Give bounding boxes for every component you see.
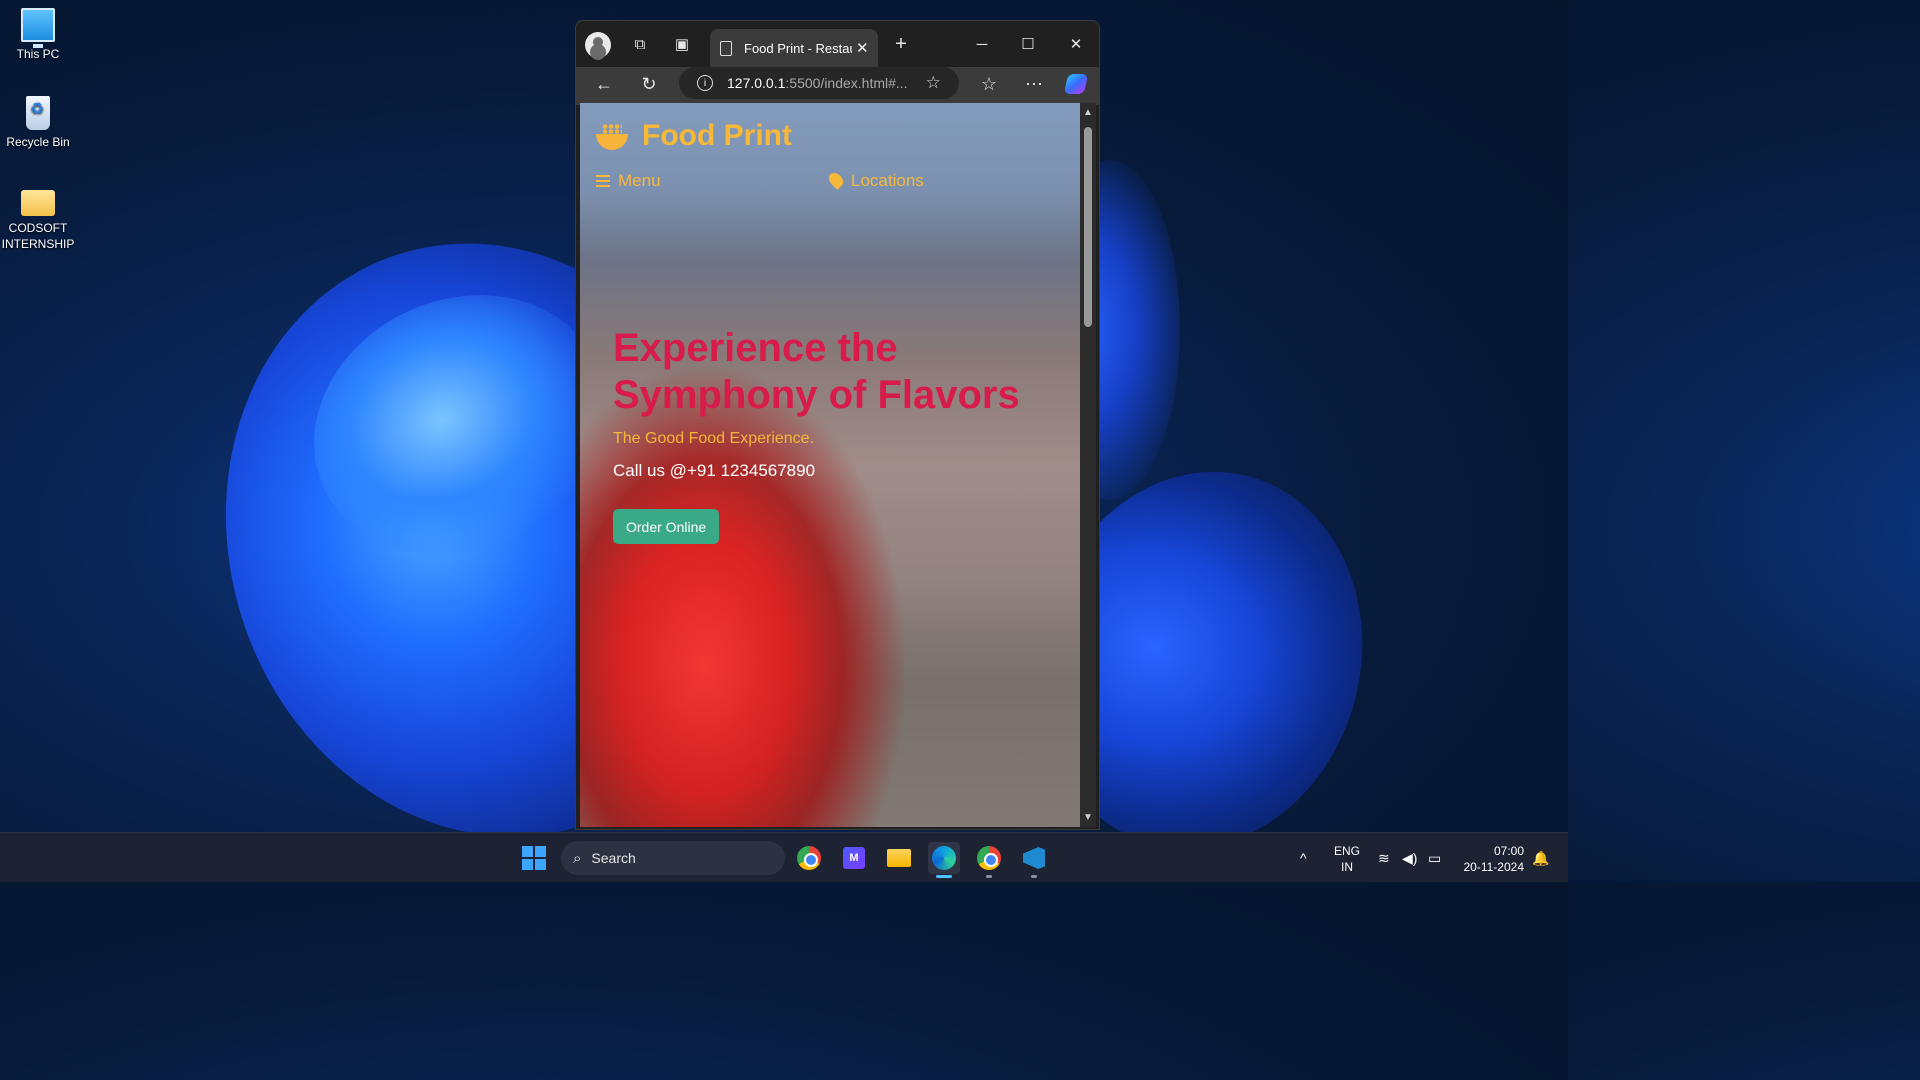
folder-icon	[21, 190, 55, 216]
site-logo[interactable]: Food Print	[596, 119, 792, 153]
edge-icon	[932, 846, 956, 870]
file-explorer-icon	[887, 849, 911, 867]
search-label: Search	[591, 850, 636, 866]
url-host: 127.0.0.1	[727, 75, 786, 91]
clock-time: 07:00	[1493, 844, 1524, 858]
battery-icon[interactable]: ▭	[1428, 833, 1441, 883]
clock-date: 20-11-2024	[1463, 860, 1525, 874]
desktop-icon-codsoft-folder[interactable]: CODSOFT INTERNSHIP	[0, 184, 76, 252]
page-icon	[720, 40, 732, 56]
address-bar[interactable]: i 127.0.0.1:5500/index.html#... ☆	[679, 67, 959, 99]
search-icon: ⌕	[573, 849, 582, 867]
scroll-thumb[interactable]	[1084, 127, 1092, 327]
browser-toolbar: ← ↻ i 127.0.0.1:5500/index.html#... ☆ ☆ …	[576, 67, 1099, 105]
hero-phone: Call us @+91 1234567890	[613, 461, 816, 480]
vscode-icon	[1023, 847, 1045, 869]
page-viewport: Food Print Menu Locations Experience the…	[580, 103, 1080, 827]
language-label: ENG	[1334, 844, 1361, 858]
chrome-profile-icon	[977, 846, 1001, 870]
scroll-up-icon[interactable]: ▲	[1083, 107, 1093, 118]
nav-menu-label: Menu	[618, 171, 661, 190]
copilot-icon[interactable]	[1063, 74, 1089, 94]
map-pin-icon	[826, 170, 846, 190]
nav-menu-link[interactable]: Menu	[596, 171, 661, 191]
taskbar-file-explorer[interactable]	[883, 842, 915, 874]
food-bowl-icon	[596, 122, 628, 150]
hero-title: Experience the Symphony of Flavors	[613, 326, 1020, 417]
order-online-button[interactable]: Order Online	[613, 509, 720, 544]
start-button[interactable]	[518, 842, 550, 874]
profile-avatar[interactable]	[585, 32, 611, 58]
computer-icon	[21, 8, 55, 48]
volume-icon[interactable]: ◀)	[1402, 833, 1417, 883]
taskbar-vscode[interactable]	[1018, 842, 1050, 878]
refresh-icon[interactable]: ↻	[636, 71, 662, 97]
desktop-icon-label: CODSOFT INTERNSHIP	[1, 221, 75, 251]
taskbar-edge[interactable]	[928, 842, 960, 878]
tab-title: Food Print - Restaurant	[744, 40, 852, 56]
notification-bell-icon[interactable]: 🔔	[1532, 833, 1549, 883]
taskbar-chrome-profile[interactable]	[973, 842, 1005, 878]
desktop-icon-this-pc[interactable]: This PC	[0, 8, 76, 62]
hamburger-icon	[596, 175, 610, 187]
nav-locations-link[interactable]: Locations	[826, 170, 924, 191]
close-button[interactable]: ✕	[1062, 31, 1090, 57]
website: Food Print Menu Locations Experience the…	[580, 103, 1080, 827]
taskbar: ⌕ Search M ^ ENG IN ≋ ◀) ▭ 07:00 20-11-2…	[0, 832, 1568, 882]
brand-name: Food Print	[642, 119, 792, 152]
back-icon[interactable]: ←	[591, 71, 617, 97]
wifi-icon[interactable]: ≋	[1378, 833, 1390, 883]
workspaces-icon[interactable]: ⧉	[626, 31, 654, 57]
language-indicator[interactable]: ENG IN	[1334, 843, 1360, 875]
taskbar-ai-app[interactable]: M	[838, 842, 870, 874]
tab-close-icon[interactable]: ✕	[856, 39, 869, 57]
ai-app-icon: M	[843, 847, 865, 869]
site-info-icon[interactable]: i	[697, 75, 713, 91]
desktop-icon-recycle-bin[interactable]: Recycle Bin	[0, 96, 76, 150]
clock[interactable]: 07:00 20-11-2024	[1456, 843, 1525, 875]
nav-locations-label: Locations	[851, 171, 924, 190]
desktop-icon-label: This PC	[16, 47, 60, 61]
more-options-icon[interactable]: ⋯	[1021, 71, 1047, 97]
page-scrollbar[interactable]: ▲ ▼	[1080, 103, 1096, 827]
tab-actions-icon[interactable]: ▣	[668, 31, 696, 57]
new-tab-icon[interactable]: +	[887, 31, 915, 57]
minimize-button[interactable]: ─	[968, 31, 996, 57]
maximize-button[interactable]: ☐	[1014, 31, 1042, 57]
taskbar-chrome[interactable]	[793, 842, 825, 874]
region-label: IN	[1341, 860, 1353, 874]
tab-food-print[interactable]: Food Print - Restaurant ✕	[710, 29, 878, 67]
windows-icon	[522, 846, 546, 870]
desktop-icon-label: Recycle Bin	[6, 135, 70, 149]
browser-titlebar: ⧉ ▣ Food Print - Restaurant ✕ + ─ ☐ ✕	[576, 21, 1099, 67]
recycle-bin-icon	[26, 96, 50, 130]
hero-tagline: The Good Food Experience.	[613, 430, 815, 447]
browser-window: ⧉ ▣ Food Print - Restaurant ✕ + ─ ☐ ✕ ← …	[575, 20, 1100, 830]
show-hidden-icons[interactable]: ^	[1300, 833, 1307, 883]
scroll-down-icon[interactable]: ▼	[1083, 812, 1093, 823]
favorite-star-icon[interactable]: ☆	[926, 73, 941, 93]
url-path: :5500/index.html#...	[785, 75, 908, 91]
favorites-icon[interactable]: ☆	[976, 71, 1002, 97]
chrome-icon	[797, 846, 821, 870]
taskbar-search[interactable]: ⌕ Search	[561, 841, 785, 875]
